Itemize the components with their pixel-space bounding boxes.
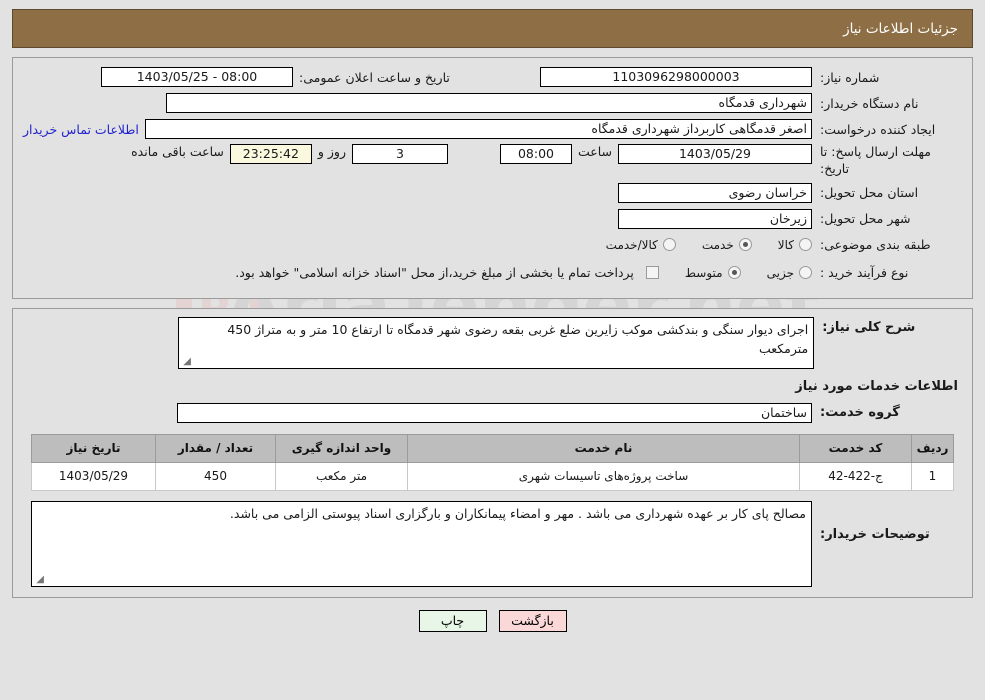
table-row[interactable]: 1 ج-422-42 ساخت پروژه‌های تاسیسات شهری م… [31,461,954,491]
back-button[interactable]: بازگشت [498,609,567,632]
row-buyer-org: نام دستگاه خریدار: شهرداری قدمگاه [23,92,962,114]
col-quantity: تعداد / مقدار [155,433,276,463]
deadline-time-value: 08:00 [499,144,572,164]
category-radio-kala[interactable]: کالا [778,238,812,252]
row-province: استان محل تحویل: خراسان رضوی [23,182,962,204]
hour-label: ساعت [577,144,612,159]
buyer-notes-textarea[interactable]: مصالح پای کار بر عهده شهرداری می باشد . … [31,500,812,587]
radio-indicator-khedmat[interactable] [738,238,752,252]
process-radio-jozei-label: جزیی [766,265,794,280]
category-radio-khedmat[interactable]: خدمت [702,238,752,252]
row-deadline: مهلت ارسال پاسخ: تا تاریخ: 1403/05/29 سا… [23,144,962,178]
category-radio-kala-khedmat[interactable]: کالا/خدمت [606,238,676,252]
public-announce-label: تاریخ و ساعت اعلان عمومی: [299,69,450,85]
city-label: شهر محل تحویل: [820,211,911,227]
buyer-org-label: نام دستگاه خریدار: [820,95,919,111]
cell-index: 1 [911,461,954,491]
cell-quantity: 450 [155,461,276,491]
row-service-group: گروه خدمت: ساختمان [23,402,962,424]
process-radio-motavasset[interactable]: متوسط [685,266,741,280]
cell-code: ج-422-42 [799,461,912,491]
row-summary: شرح کلی نیاز: اجرای دیوار سنگی و بندکشی … [23,316,962,369]
requester-label: ایجاد کننده درخواست: [820,121,936,137]
process-radio-group[interactable]: جزیی متوسط [659,266,812,280]
service-group-value: ساختمان [177,402,812,423]
treasury-bonds-note: پرداخت تمام یا بخشی از مبلغ خرید،از محل … [235,265,634,281]
remaining-days-value: 3 [351,144,448,164]
treasury-bonds-checkbox[interactable] [645,266,659,280]
row-city: شهر محل تحویل: زیرخان [23,208,962,230]
page-title: جزئیات اطلاعات نیاز [843,20,958,37]
table-header-row: ردیف کد خدمت نام خدمت واحد اندازه گیری ت… [31,433,954,463]
radio-indicator-kala[interactable] [799,238,812,252]
cell-unit: متر مکعب [275,461,408,491]
remaining-days-label: روز و [317,144,346,159]
row-buyer-notes: توضیحات خریدار: مصالح پای کار بر عهده شه… [23,500,962,587]
page-header: جزئیات اطلاعات نیاز [12,9,973,48]
deadline-label: مهلت ارسال پاسخ: تا تاریخ: [820,144,931,176]
buyer-notes-label: توضیحات خریدار: [820,526,930,542]
buyer-contact-link[interactable]: اطلاعات تماس خریدار [23,122,145,137]
category-radio-khedmat-label: خدمت [701,237,734,252]
radio-indicator-motavasset[interactable] [727,266,741,280]
col-index: ردیف [911,433,954,463]
need-info-panel: شماره نیاز: 1103096298000003 تاریخ و ساع… [12,57,973,299]
row-category: طبقه بندی موضوعی: کالا خدمت کالا/خدمت [23,234,962,256]
province-label: استان محل تحویل: [820,185,919,201]
category-radio-kala-label: کالا [777,237,794,252]
countdown-label: ساعت باقی مانده [131,144,224,159]
summary-text: اجرای دیوار سنگی و بندکشی موکب زایرین ضل… [227,321,809,356]
radio-indicator-kala-khedmat[interactable] [662,238,676,252]
col-date: تاریخ نیاز [31,433,156,463]
province-value: خراسان رضوی [618,182,812,203]
services-table: ردیف کد خدمت نام خدمت واحد اندازه گیری ت… [31,433,954,491]
col-unit: واحد اندازه گیری [275,433,408,463]
public-announce-value: 08:00 - 1403/05/25 [101,67,293,87]
col-code: کد خدمت [799,433,912,463]
summary-textarea[interactable]: اجرای دیوار سنگی و بندکشی موکب زایرین ضل… [178,316,815,369]
services-table-wrapper: ردیف کد خدمت نام خدمت واحد اندازه گیری ت… [31,433,954,491]
resize-grip-icon-notes[interactable]: ◢ [34,574,44,585]
row-requester: ایجاد کننده درخواست: اصغر قدمگاهی کاربرد… [23,118,962,140]
service-group-label: گروه خدمت: [820,405,900,421]
need-details-panel: شرح کلی نیاز: اجرای دیوار سنگی و بندکشی … [12,307,973,598]
footer-button-bar: بازگشت چاپ [0,609,985,632]
requester-value: اصغر قدمگاهی کاربرداز شهرداری قدمگاه [144,119,812,139]
col-name: نام خدمت [407,433,800,463]
buyer-org-value: شهرداری قدمگاه [166,93,812,113]
buyer-notes-text: مصالح پای کار بر عهده شهرداری می باشد . … [229,505,806,521]
process-radio-motavasset-label: متوسط [684,265,723,280]
city-value: زیرخان [618,208,812,229]
row-need-number: شماره نیاز: 1103096298000003 تاریخ و ساع… [23,66,962,88]
category-radio-group[interactable]: کالا خدمت کالا/خدمت [580,238,812,252]
radio-indicator-jozei[interactable] [799,266,812,280]
countdown-value: 23:25:42 [229,144,312,164]
need-number-value: 1103096298000003 [540,67,812,87]
summary-label: شرح کلی نیاز: [822,319,916,335]
deadline-date-value: 1403/05/29 [618,144,812,164]
need-number-label: شماره نیاز: [820,69,880,85]
row-process-type: نوع فرآیند خرید : جزیی متوسط پرداخت تمام… [23,262,962,284]
cell-date: 1403/05/29 [31,461,156,491]
category-radio-kala-khedmat-label: کالا/خدمت [605,237,658,252]
print-button[interactable]: چاپ [418,609,487,632]
category-label: طبقه بندی موضوعی: [820,237,931,253]
services-section-title: اطلاعات خدمات مورد نیاز [795,378,958,394]
cell-name: ساخت پروژه‌های تاسیسات شهری [407,461,800,491]
resize-grip-icon[interactable]: ◢ [181,356,191,367]
process-type-label: نوع فرآیند خرید : [820,265,909,281]
process-radio-jozei[interactable]: جزیی [767,266,812,280]
